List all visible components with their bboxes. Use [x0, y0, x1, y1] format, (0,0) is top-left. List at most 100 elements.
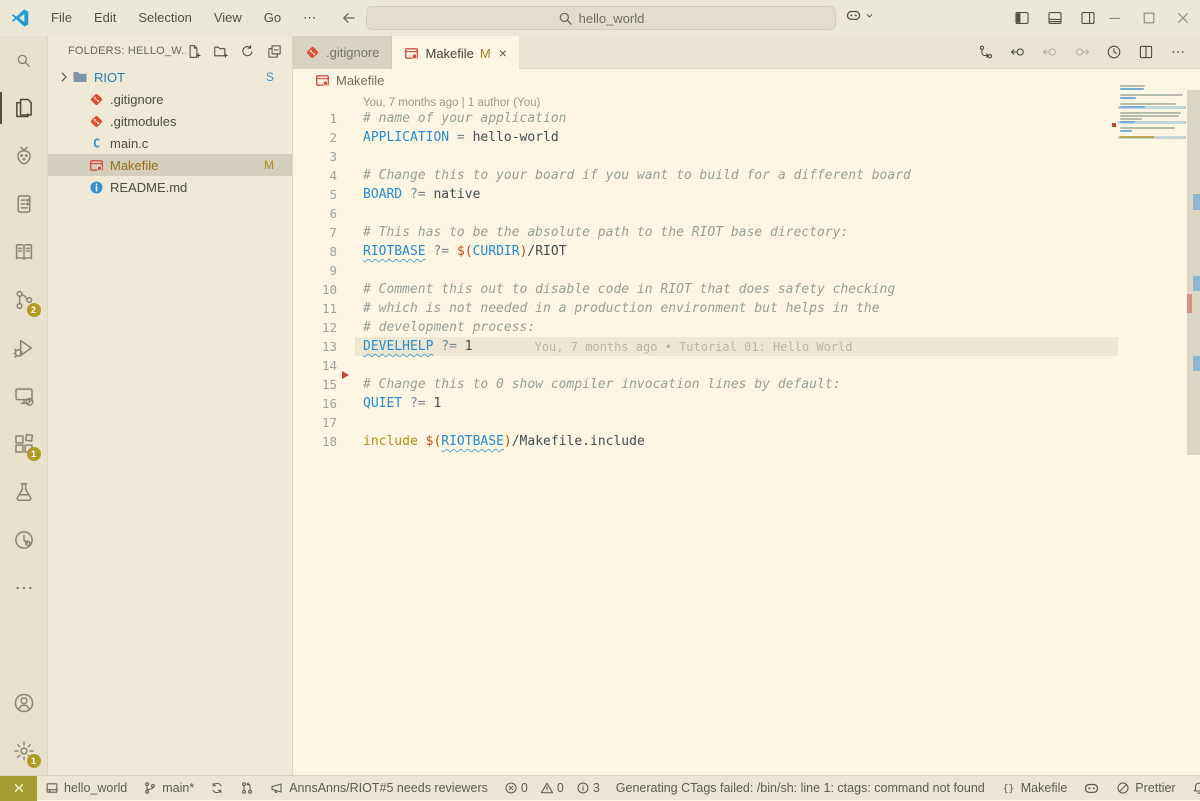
code-line-13[interactable]: 13DEVELHELP ?= 1You, 7 months ago • Tuto…	[293, 337, 1200, 356]
minimap-line	[1120, 130, 1132, 132]
code-line-10[interactable]: 10# Comment this out to disable code in …	[293, 280, 1200, 299]
close-button[interactable]	[1166, 10, 1200, 26]
status-item-main[interactable]: main*	[135, 776, 202, 801]
file-row-riot[interactable]: RIOTS	[48, 66, 292, 88]
file-row-makefile[interactable]: MakefileM	[48, 154, 292, 176]
activity-item-strawberry-extension[interactable]	[0, 132, 48, 180]
status-item-prettier[interactable]: Prettier	[1108, 776, 1183, 801]
status-item-hello_world[interactable]: hello_world	[37, 776, 135, 801]
activity-item-accounts[interactable]	[0, 679, 48, 727]
code-line-15[interactable]: 15# Change this to 0 show compiler invoc…	[293, 375, 1200, 394]
previous-change-icon[interactable]	[1042, 44, 1058, 60]
problems-status[interactable]: 003	[496, 776, 608, 801]
tab-gitignore[interactable]: .gitignore	[293, 36, 392, 69]
file-row-mainc[interactable]: Cmain.c	[48, 132, 292, 154]
code-line-17[interactable]: 17	[293, 413, 1200, 432]
activity-item-run-debug[interactable]	[0, 324, 48, 372]
menu-bar: FileEditSelectionViewGo⋯	[40, 0, 327, 36]
activity-item-search[interactable]	[0, 36, 48, 84]
refresh-icon[interactable]	[240, 44, 255, 59]
menu-go[interactable]: Go	[253, 0, 292, 36]
maximize-button[interactable]	[1132, 10, 1166, 26]
line-number: 4	[293, 168, 337, 183]
status-item-bell-icon[interactable]	[1184, 776, 1200, 801]
activity-item-source-control-graph[interactable]: 2	[0, 276, 48, 324]
back-icon[interactable]	[341, 10, 357, 26]
status-item-makefile[interactable]: {}Makefile	[993, 776, 1076, 801]
code-line-12[interactable]: 12# development process:	[293, 318, 1200, 337]
file-row-gitmodules[interactable]: .gitmodules	[48, 110, 292, 132]
status-item-copilot-icon[interactable]	[1075, 776, 1108, 801]
code-line-8[interactable]: 8RIOTBASE ?= $(CURDIR)/RIOT	[293, 242, 1200, 261]
status-message: Generating CTags failed: /bin/sh: line 1…	[608, 776, 993, 801]
activity-item-settings[interactable]: 1	[0, 727, 48, 775]
code-area[interactable]: 1# name of your application2APPLICATION …	[293, 109, 1200, 451]
menu-selection[interactable]: Selection	[127, 0, 202, 36]
minimap[interactable]	[1118, 85, 1186, 143]
line-number: 3	[293, 149, 337, 164]
code-line-7[interactable]: 7# This has to be the absolute path to t…	[293, 223, 1200, 242]
activity-item-remote-explorer[interactable]	[0, 372, 48, 420]
breadcrumb[interactable]: Makefile	[293, 69, 1200, 91]
split-editor-icon[interactable]	[1138, 44, 1154, 60]
search-icon	[16, 53, 31, 68]
file-label: .gitmodules	[110, 114, 176, 129]
remote-indicator[interactable]	[0, 776, 37, 801]
readme-icon	[88, 180, 104, 195]
codelens-annotation[interactable]: You, 7 months ago | 1 author (You)	[293, 91, 1200, 109]
toggle-panel[interactable]	[1047, 10, 1063, 26]
menu-edit[interactable]: Edit	[83, 0, 127, 36]
file-history-icon[interactable]	[1106, 44, 1122, 60]
line-text: # Change this to your board if you want …	[337, 168, 911, 183]
activity-item-explorer[interactable]	[0, 84, 48, 132]
status-item-annsanns[interactable]: AnnsAnns/RIOT#5 needs reviewers	[262, 776, 496, 801]
code-line-14[interactable]: 14	[293, 356, 1200, 375]
minimap-line	[1120, 121, 1135, 123]
new-file-icon[interactable]	[186, 44, 201, 59]
code-line-16[interactable]: 16QUIET ?= 1	[293, 394, 1200, 413]
minimize-button[interactable]	[1098, 10, 1132, 26]
activity-item-gitlens[interactable]	[0, 516, 48, 564]
menu-[interactable]: ⋯	[292, 0, 327, 36]
close-tab-icon[interactable]: ×	[499, 45, 507, 61]
code-line-5[interactable]: 5BOARD ?= native	[293, 185, 1200, 204]
makefile-icon	[88, 158, 104, 173]
status-item-pull-request-icon[interactable]	[232, 776, 262, 801]
sidebar-actions	[186, 44, 282, 59]
activity-item-docs[interactable]	[0, 228, 48, 276]
toggle-secondary-sidebar[interactable]	[1080, 10, 1096, 26]
activity-item-testing[interactable]	[0, 468, 48, 516]
menu-file[interactable]: File	[40, 0, 83, 36]
menu-view[interactable]: View	[203, 0, 253, 36]
code-line-2[interactable]: 2APPLICATION = hello-world	[293, 128, 1200, 147]
more-actions-icon[interactable]	[1170, 44, 1186, 60]
chevron-right-icon	[56, 70, 72, 84]
command-center-search[interactable]: hello_world	[366, 6, 836, 30]
code-line-3[interactable]: 3	[293, 147, 1200, 166]
code-line-11[interactable]: 11# which is not needed in a production …	[293, 299, 1200, 318]
next-change-icon[interactable]	[1074, 44, 1090, 60]
activity-item-more[interactable]	[0, 564, 48, 612]
file-row-readmemd[interactable]: README.md	[48, 176, 292, 198]
code-line-1[interactable]: 1# name of your application	[293, 109, 1200, 128]
toggle-primary-sidebar[interactable]	[1014, 10, 1030, 26]
compare-changes-icon[interactable]	[978, 44, 994, 60]
code-line-9[interactable]: 9	[293, 261, 1200, 280]
remote-monitor-icon	[13, 385, 35, 407]
tab-makefile[interactable]: MakefileM×	[392, 36, 518, 70]
editor-scrollbar[interactable]	[1187, 90, 1200, 455]
code-line-18[interactable]: 18include $(RIOTBASE)/Makefile.include	[293, 432, 1200, 451]
open-previous-change-icon[interactable]	[1010, 44, 1026, 60]
code-line-4[interactable]: 4# Change this to your board if you want…	[293, 166, 1200, 185]
copilot-menu[interactable]	[845, 7, 875, 24]
new-folder-icon[interactable]	[213, 44, 228, 59]
status-item-sync-icon[interactable]	[202, 776, 232, 801]
code-line-6[interactable]: 6	[293, 204, 1200, 223]
collapse-all-icon[interactable]	[267, 44, 282, 59]
activity-item-extensions[interactable]: 1	[0, 420, 48, 468]
file-row-gitignore[interactable]: .gitignore	[48, 88, 292, 110]
line-number: 16	[293, 396, 337, 411]
minimap-marker	[1112, 123, 1116, 127]
problem-count: 0	[521, 781, 528, 795]
activity-item-notepad-extension[interactable]	[0, 180, 48, 228]
